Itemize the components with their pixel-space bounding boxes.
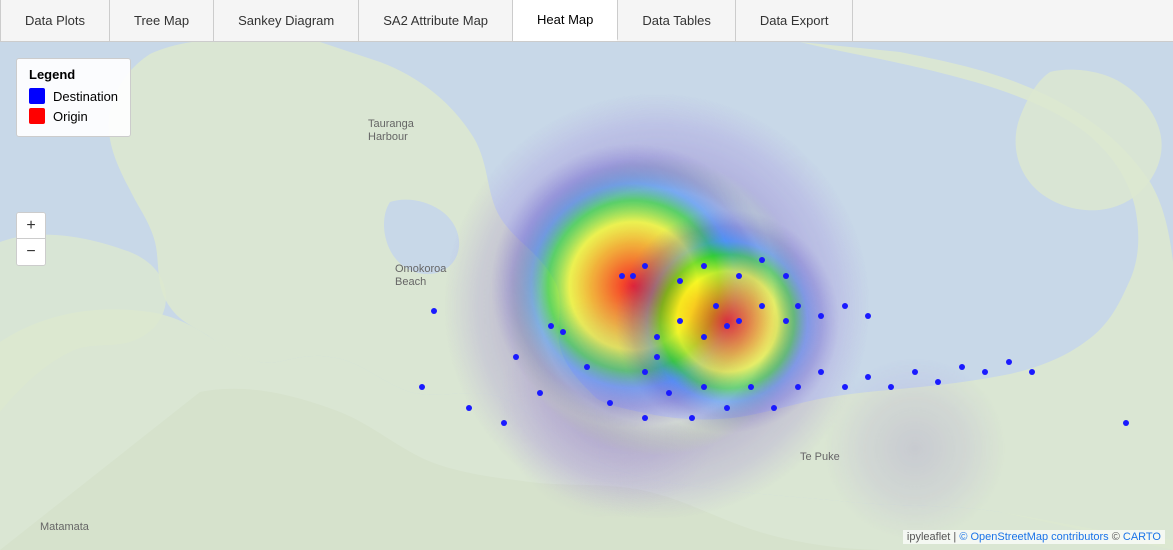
origin-color-swatch <box>29 108 45 124</box>
zoom-out-button[interactable]: − <box>17 239 45 265</box>
svg-text:Te Puke: Te Puke <box>800 451 840 463</box>
attribution-text1: ipyleaflet | <box>907 531 959 543</box>
svg-text:Tauranga: Tauranga <box>368 118 415 130</box>
tab-tree-map[interactable]: Tree Map <box>110 0 214 41</box>
map-background: Tauranga Harbour Omokoroa Beach Te Puke … <box>0 42 1173 550</box>
legend-title: Legend <box>29 67 118 82</box>
legend-origin-label: Origin <box>53 109 88 124</box>
destination-color-swatch <box>29 88 45 104</box>
legend-item-destination: Destination <box>29 88 118 104</box>
tab-sa2-attribute-map[interactable]: SA2 Attribute Map <box>359 0 513 41</box>
attribution: ipyleaflet | © OpenStreetMap contributor… <box>903 530 1165 544</box>
svg-text:Matamata: Matamata <box>40 521 90 533</box>
svg-text:Omokoroa: Omokoroa <box>395 263 447 275</box>
attribution-text2: © <box>1112 531 1123 543</box>
app-container: Data Plots Tree Map Sankey Diagram SA2 A… <box>0 0 1173 550</box>
zoom-controls: + − <box>16 212 46 266</box>
map-container: Tauranga Harbour Omokoroa Beach Te Puke … <box>0 42 1173 550</box>
tab-bar: Data Plots Tree Map Sankey Diagram SA2 A… <box>0 0 1173 42</box>
tab-data-plots[interactable]: Data Plots <box>0 0 110 41</box>
zoom-in-button[interactable]: + <box>17 213 45 239</box>
legend-destination-label: Destination <box>53 89 118 104</box>
svg-text:Beach: Beach <box>395 276 426 288</box>
legend-item-origin: Origin <box>29 108 118 124</box>
tab-data-export[interactable]: Data Export <box>736 0 854 41</box>
legend: Legend Destination Origin <box>16 58 131 137</box>
attribution-osm-link[interactable]: © OpenStreetMap contributors <box>959 531 1108 543</box>
tab-data-tables[interactable]: Data Tables <box>618 0 735 41</box>
tab-sankey-diagram[interactable]: Sankey Diagram <box>214 0 359 41</box>
svg-text:Harbour: Harbour <box>368 131 408 143</box>
attribution-carto-link[interactable]: CARTO <box>1123 531 1161 543</box>
tab-heat-map[interactable]: Heat Map <box>513 0 618 41</box>
